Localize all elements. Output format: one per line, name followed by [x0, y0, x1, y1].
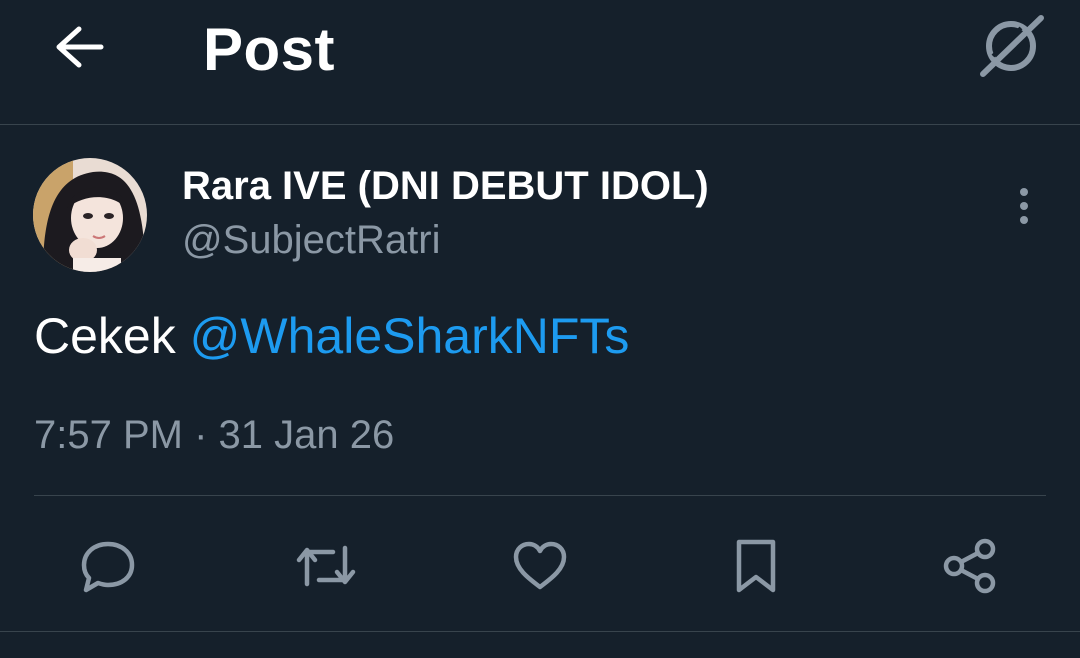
repost-button[interactable]	[288, 528, 364, 604]
page-title: Post	[203, 16, 336, 83]
post-text: Cekek @WhaleSharkNFTs	[34, 306, 629, 366]
post-timestamp[interactable]: 7:57 PM · 31 Jan 26	[34, 410, 394, 460]
more-vertical-icon	[1020, 188, 1028, 224]
grok-icon	[980, 15, 1044, 77]
more-options-button[interactable]	[1000, 178, 1048, 234]
actions-divider	[0, 631, 1080, 632]
like-button[interactable]	[502, 528, 578, 604]
avatar[interactable]	[33, 158, 147, 272]
header-divider	[0, 124, 1080, 125]
author-handle[interactable]: @SubjectRatri	[182, 216, 440, 264]
mention-link[interactable]: @WhaleSharkNFTs	[190, 308, 630, 364]
post-text-prefix: Cekek	[34, 308, 176, 364]
top-app-bar: Post	[0, 0, 1080, 124]
arrow-left-icon	[56, 26, 104, 68]
bookmark-button[interactable]	[718, 528, 794, 604]
post-date: 31 Jan 26	[218, 413, 395, 457]
reply-icon	[81, 541, 135, 593]
share-button[interactable]	[932, 528, 1008, 604]
grok-button[interactable]	[972, 10, 1050, 82]
bookmark-icon	[736, 539, 776, 593]
back-button[interactable]	[44, 16, 114, 78]
heart-icon	[513, 541, 567, 590]
share-icon	[943, 538, 996, 594]
author-display-name[interactable]: Rara IVE (DNI DEBUT IDOL)	[182, 162, 709, 210]
timestamp-separator: ·	[194, 413, 208, 457]
reply-button[interactable]	[70, 528, 146, 604]
post-time: 7:57 PM	[34, 413, 183, 457]
repost-icon	[296, 545, 356, 587]
avatar-image	[33, 158, 147, 272]
timestamp-divider	[34, 495, 1046, 496]
